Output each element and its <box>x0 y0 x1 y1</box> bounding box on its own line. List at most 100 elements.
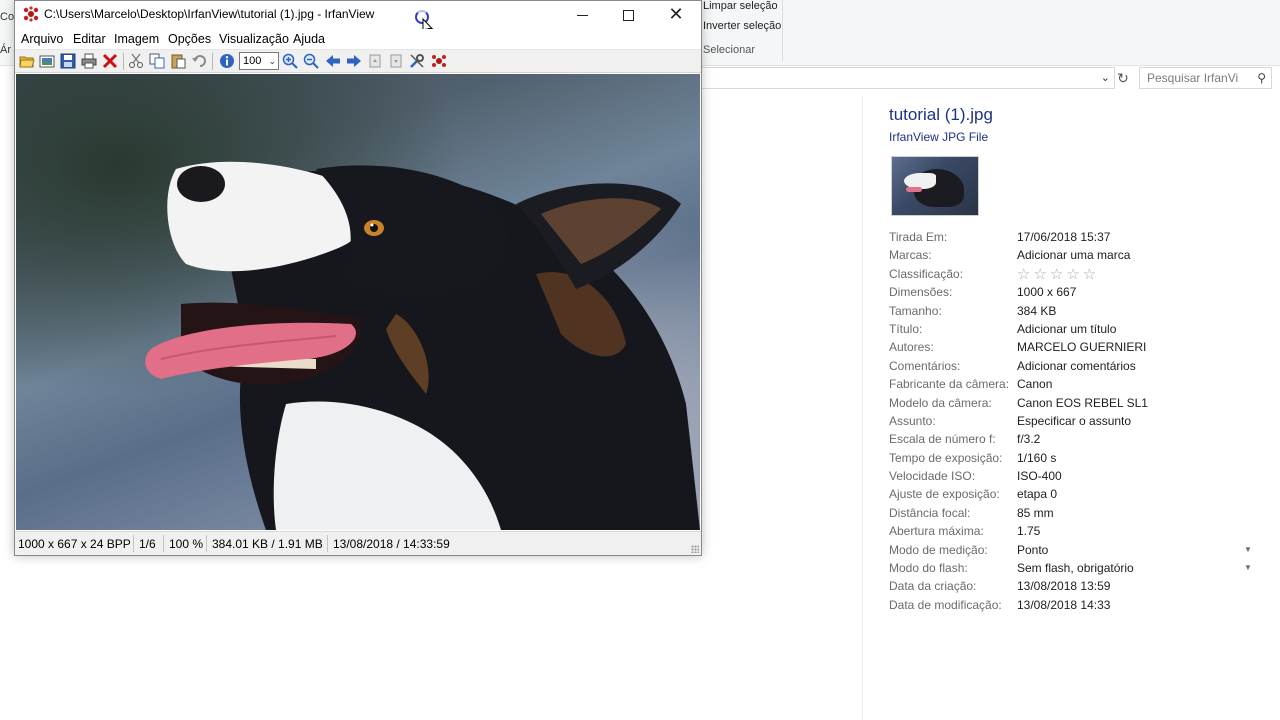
property-row: Modelo da câmera: Canon EOS REBEL SL1 <box>889 396 1269 414</box>
delete-icon[interactable] <box>102 53 118 69</box>
refresh-icon[interactable]: ↻ <box>1114 67 1132 89</box>
property-value[interactable]: Canon <box>1017 377 1052 391</box>
property-value[interactable]: Ponto <box>1017 543 1048 557</box>
property-row: Classificação: ☆☆☆☆☆ <box>889 265 1269 285</box>
property-value[interactable]: Adicionar comentários <box>1017 359 1136 373</box>
property-value[interactable]: 13/08/2018 14:33 <box>1017 598 1110 612</box>
toolbar-separator <box>123 53 124 70</box>
dropdown-arrow-icon[interactable]: ▼ <box>1244 545 1252 554</box>
title-bar[interactable]: C:\Users\Marcelo\Desktop\IrfanView\tutor… <box>15 1 701 36</box>
zoom-dropdown[interactable]: 100 ⌄ <box>239 52 279 70</box>
property-label: Modo do flash: <box>889 561 968 576</box>
property-row: Autores: MARCELO GUERNIERI <box>889 340 1269 358</box>
property-row: Velocidade ISO: ISO-400 <box>889 469 1269 487</box>
property-row: Tirada Em: 17/06/2018 15:37 <box>889 230 1269 248</box>
rating-stars[interactable]: ☆☆☆☆☆ <box>1017 265 1099 283</box>
property-row: Distância focal: 85 mm <box>889 506 1269 524</box>
property-value[interactable]: Adicionar um título <box>1017 322 1116 336</box>
zoom-in-icon[interactable] <box>282 53 298 69</box>
first-page-icon[interactable] <box>367 53 383 69</box>
property-value[interactable]: ISO-400 <box>1017 469 1062 483</box>
property-value[interactable]: 85 mm <box>1017 506 1054 520</box>
property-label: Comentários: <box>889 358 961 373</box>
ribbon-edge-text: Ár <box>0 44 11 56</box>
property-label: Dimensões: <box>889 285 953 300</box>
resize-grip-icon[interactable] <box>691 545 699 553</box>
zoom-value: 100 <box>243 55 262 67</box>
chevron-down-icon[interactable]: ⌄ <box>1101 71 1110 84</box>
property-value[interactable]: 1/160 s <box>1017 451 1056 465</box>
property-value[interactable]: Especificar o assunto <box>1017 414 1131 428</box>
status-dimensions: 1000 x 667 x 24 BPP <box>18 537 131 551</box>
property-value[interactable]: Sem flash, obrigatório <box>1017 561 1134 575</box>
dropdown-arrow-icon[interactable]: ▼ <box>1244 563 1252 572</box>
property-row: Modo de medição: Ponto ▼ <box>889 543 1269 561</box>
minimize-button[interactable] <box>559 1 605 29</box>
window-title: C:\Users\Marcelo\Desktop\IrfanView\tutor… <box>44 7 375 21</box>
irfanview-window: C:\Users\Marcelo\Desktop\IrfanView\tutor… <box>14 0 702 556</box>
status-separator <box>206 535 207 552</box>
zoom-out-icon[interactable] <box>303 53 319 69</box>
paste-icon[interactable] <box>170 53 186 69</box>
dog-photo <box>16 74 700 530</box>
ribbon-divider <box>782 0 783 62</box>
search-box[interactable]: ⚲ <box>1139 67 1272 89</box>
menu-opcoes[interactable]: Opções <box>168 32 211 46</box>
close-button[interactable]: ✕ <box>653 1 699 29</box>
maximize-icon <box>622 9 634 21</box>
property-row: Data de modificação: 13/08/2018 14:33 <box>889 598 1269 616</box>
close-icon: ✕ <box>668 4 684 24</box>
property-label: Tamanho: <box>889 303 942 318</box>
property-row: Fabricante da câmera: Canon <box>889 377 1269 395</box>
info-icon[interactable] <box>219 53 235 69</box>
status-separator <box>133 535 134 552</box>
save-icon[interactable] <box>60 53 76 69</box>
menu-editar[interactable]: Editar <box>73 32 106 46</box>
thumbnails-icon[interactable] <box>39 53 55 69</box>
minimize-icon <box>576 14 588 16</box>
property-label: Modo de medição: <box>889 542 988 557</box>
property-value[interactable]: 17/06/2018 15:37 <box>1017 230 1110 244</box>
image-canvas[interactable] <box>16 74 700 530</box>
chevron-down-icon: ⌄ <box>268 56 276 66</box>
copy-icon[interactable] <box>149 53 165 69</box>
menu-visualizacao[interactable]: Visualização <box>219 32 289 46</box>
property-value[interactable]: 384 KB <box>1017 304 1056 318</box>
property-row: Modo do flash: Sem flash, obrigatório ▼ <box>889 561 1269 579</box>
property-label: Data da criação: <box>889 579 977 594</box>
maximize-button[interactable] <box>605 1 651 29</box>
status-bar: 1000 x 667 x 24 BPP 1/6 100 % 384.01 KB … <box>15 531 701 555</box>
search-input[interactable] <box>1140 68 1245 88</box>
print-icon[interactable] <box>81 53 97 69</box>
properties-list: Tirada Em: 17/06/2018 15:37 Marcas: Adicion… <box>889 230 1269 616</box>
search-icon[interactable]: ⚲ <box>1257 71 1266 85</box>
ribbon-edge-text: Co <box>0 11 15 23</box>
property-value[interactable]: MARCELO GUERNIERI <box>1017 340 1146 354</box>
property-value[interactable]: Adicionar uma marca <box>1017 248 1130 262</box>
toolbar-separator <box>212 53 213 70</box>
pane-divider[interactable] <box>862 96 863 720</box>
undo-icon[interactable] <box>191 53 207 69</box>
next-image-icon[interactable] <box>346 53 362 69</box>
open-folder-icon[interactable] <box>19 53 35 69</box>
previous-image-icon[interactable] <box>325 53 341 69</box>
cut-icon[interactable] <box>128 53 144 69</box>
irfanview-about-icon[interactable] <box>431 53 447 69</box>
last-page-icon[interactable] <box>388 53 404 69</box>
property-value[interactable]: 1.75 <box>1017 524 1040 538</box>
property-value[interactable]: f/3.2 <box>1017 432 1040 446</box>
property-label: Tirada Em: <box>889 230 948 244</box>
property-value[interactable]: 13/08/2018 13:59 <box>1017 579 1110 593</box>
menu-bar: Arquivo Editar Imagem Opções Visualizaçã… <box>15 29 701 49</box>
property-value[interactable]: Canon EOS REBEL SL1 <box>1017 396 1148 410</box>
invert-selection-button[interactable]: Inverter seleção <box>703 20 781 32</box>
menu-arquivo[interactable]: Arquivo <box>21 32 63 46</box>
settings-tools-icon[interactable] <box>409 53 425 69</box>
address-bar[interactable]: ⌄ <box>700 67 1115 89</box>
property-value[interactable]: 1000 x 667 <box>1017 285 1076 299</box>
status-file-size: 384.01 KB / 1.91 MB <box>212 537 323 551</box>
property-value[interactable]: etapa 0 <box>1017 487 1057 501</box>
menu-imagem[interactable]: Imagem <box>114 32 159 46</box>
menu-ajuda[interactable]: Ajuda <box>293 32 325 46</box>
clear-selection-button[interactable]: Limpar seleção <box>703 0 778 12</box>
